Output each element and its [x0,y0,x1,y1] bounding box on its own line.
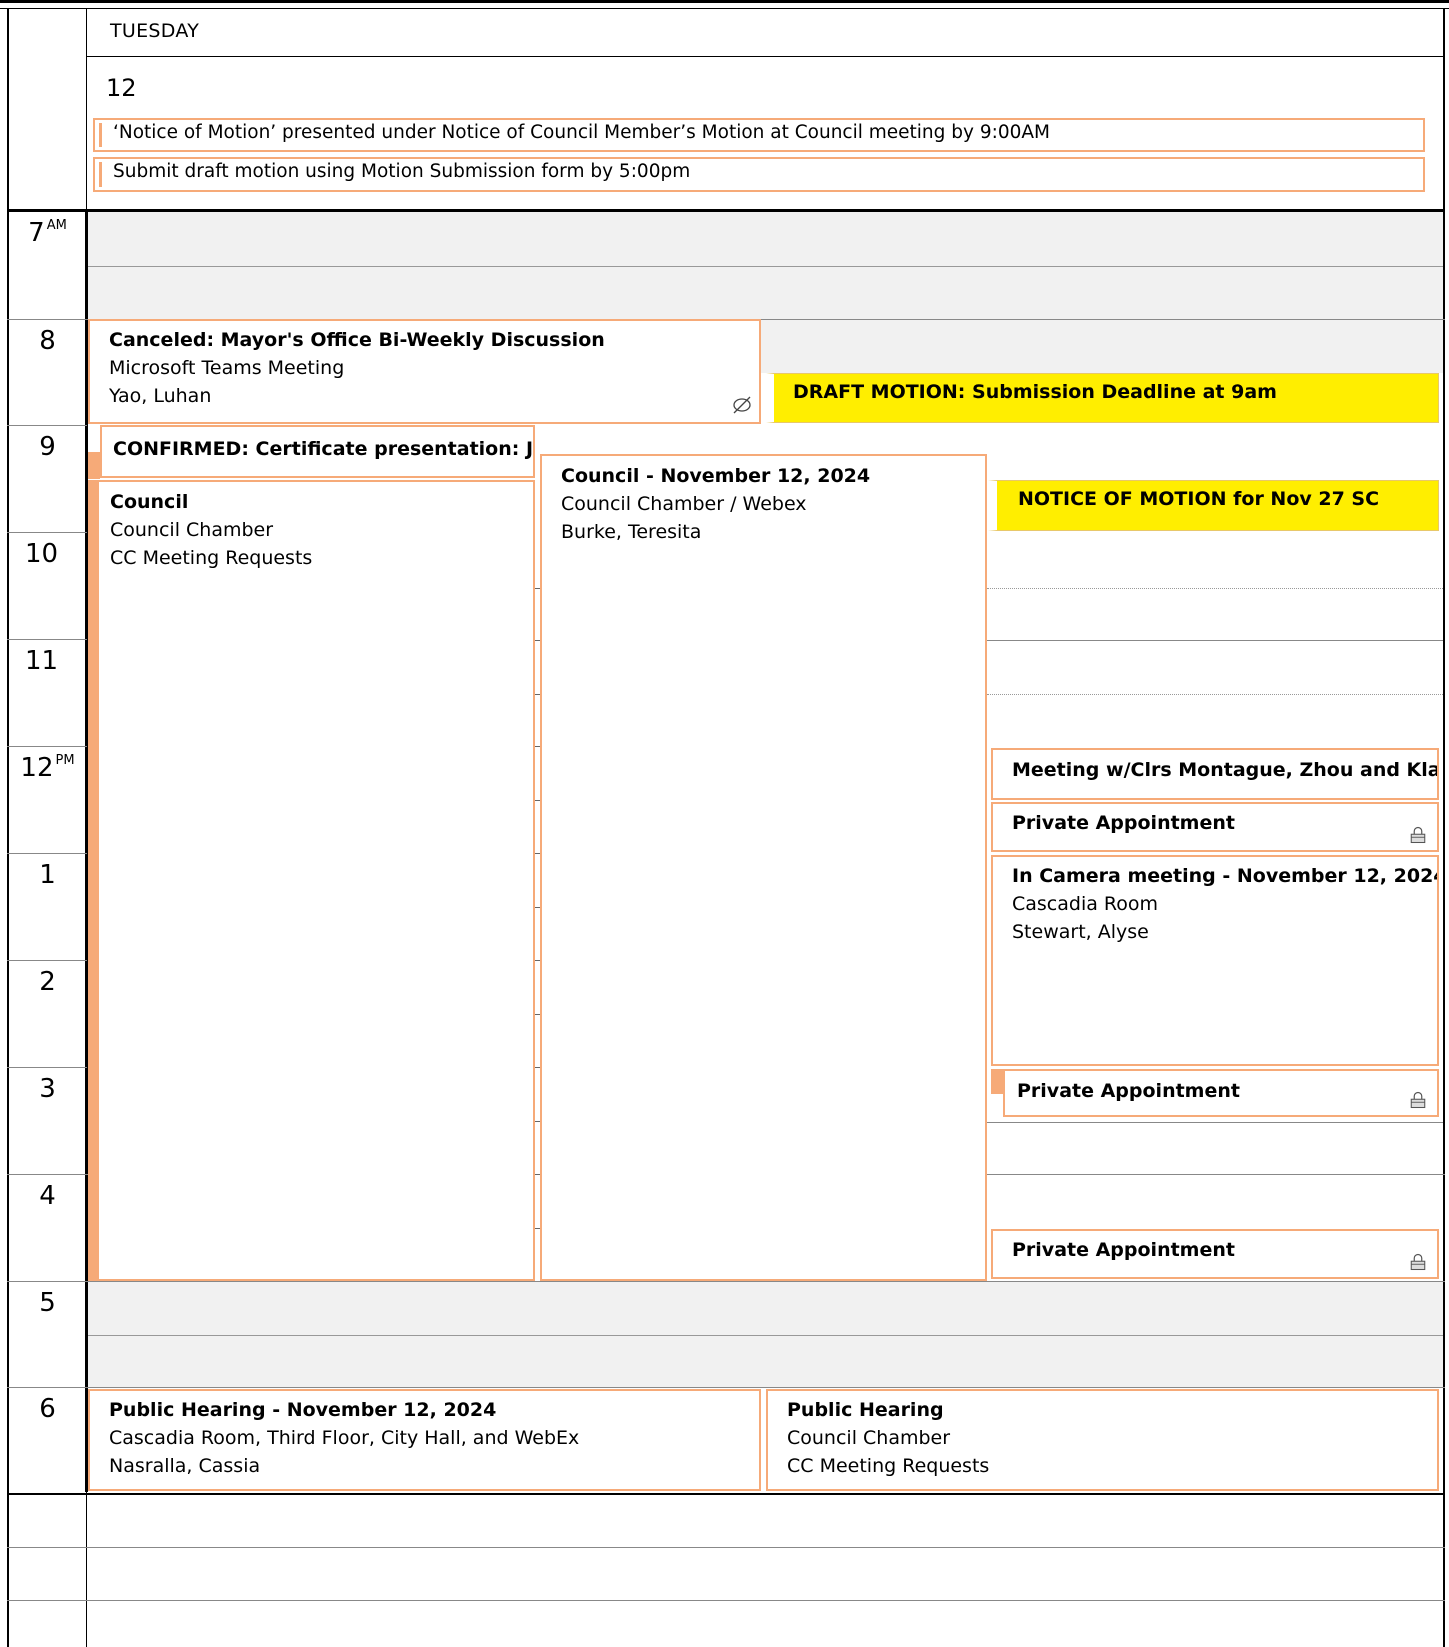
hour-number: 9 [39,432,56,462]
hour-suffix: PM [55,753,75,768]
event-title: In Camera meeting - November 12, 2024 [1012,865,1439,887]
all-day-event-title: ‘Notice of Motion’ presented under Notic… [113,122,1051,143]
halfhour-line [987,588,1443,589]
event-in-camera-meeting[interactable]: In Camera meeting - November 12, 2024 Ca… [991,855,1439,1066]
top-border [0,0,1449,9]
hour-line [987,640,1443,641]
event-organizer: CC Meeting Requests [110,547,313,569]
hour-label-8: 8 [10,326,85,356]
halfhour-line [88,1335,1443,1336]
hour-line [7,746,87,747]
event-certificate-presentation[interactable]: CONFIRMED: Certificate presentation: Jar [100,425,535,478]
event-council[interactable]: Council Council Chamber CC Meeting Reque… [97,480,535,1281]
event-title: Public Hearing - November 12, 2024 [109,1399,497,1421]
hour-number: 2 [39,967,56,997]
event-private-appointment[interactable]: Private Appointment [1003,1069,1439,1117]
hour-number: 4 [39,1181,56,1211]
hour-label-5: 5 [10,1288,85,1318]
event-title: DRAFT MOTION: Submission Deadline at 9am [793,381,1277,403]
event-council-november[interactable]: Council - November 12, 2024 Council Cham… [540,454,987,1281]
right-border [1443,8,1445,1647]
hour-label-9: 9 [10,432,85,462]
hour-number: 11 [24,646,59,676]
event-accent-bar [88,452,100,479]
hour-label-10: 10 [4,539,79,569]
day-number[interactable]: 12 [106,74,137,102]
event-title: Private Appointment [1012,812,1235,834]
event-location: Cascadia Room [1012,893,1159,915]
lock-icon [1410,826,1426,844]
hour-label-4: 4 [10,1181,85,1211]
event-mayor-discussion[interactable]: Canceled: Mayor's Office Bi-Weekly Discu… [88,319,761,424]
event-organizer: Stewart, Alyse [1012,921,1149,943]
event-title: Private Appointment [1017,1080,1240,1102]
header-divider [87,56,1443,57]
canceled-sync-icon [733,396,751,414]
event-notice-of-motion[interactable]: NOTICE OF MOTION for Nov 27 SC [988,480,1439,531]
hour-number: 6 [39,1394,56,1424]
hour-line [7,1281,1445,1282]
event-location: Council Chamber / Webex [561,493,807,515]
event-location: Council Chamber [787,1427,951,1449]
hour-label-6: 6 [10,1394,85,1424]
hour-line [7,532,87,533]
event-title: NOTICE OF MOTION for Nov 27 SC [1018,488,1380,510]
event-organizer: Yao, Luhan [109,385,212,407]
event-draft-motion[interactable]: DRAFT MOTION: Submission Deadline at 9am [766,373,1439,423]
hour-suffix: AM [46,218,67,233]
event-accent-bar [991,1069,1003,1094]
event-title: Meeting w/Clrs Montague, Zhou and Klass [1012,759,1439,781]
hour-label-2: 2 [10,967,85,997]
hour-label-1: 1 [10,860,85,890]
hour-number: 5 [39,1288,56,1318]
event-title: CONFIRMED: Certificate presentation: Jar [113,438,535,460]
day-end-divider [7,1493,1445,1495]
hour-number: 10 [24,539,59,569]
day-name: TUESDAY [110,20,200,42]
event-public-hearing-november[interactable]: Public Hearing - November 12, 2024 Casca… [88,1389,761,1491]
hour-label-12pm: 12 PM [10,753,85,783]
off-hours-8am-right [760,320,1443,373]
halfhour-line [987,694,1443,695]
event-organizer: Burke, Teresita [561,521,702,543]
hour-number: 12 [20,753,54,783]
hour-line [7,639,87,640]
hour-number: 8 [39,326,56,356]
lock-icon [1410,1253,1426,1271]
hour-line [987,1122,1443,1123]
event-private-appointment[interactable]: Private Appointment [991,1229,1439,1279]
all-day-event[interactable]: ‘Notice of Motion’ presented under Notic… [93,118,1425,152]
event-title: Council - November 12, 2024 [561,465,871,487]
event-meeting-clrs[interactable]: Meeting w/Clrs Montague, Zhou and Klass [991,748,1439,800]
hour-label-3: 3 [10,1074,85,1104]
event-title: Canceled: Mayor's Office Bi-Weekly Discu… [109,329,605,351]
hour-number: 3 [39,1074,56,1104]
halfhour-line [88,266,1443,267]
hour-number: 7 [28,218,45,248]
hour-line [7,425,87,426]
hour-line [7,1067,87,1068]
hour-line [7,960,87,961]
event-public-hearing[interactable]: Public Hearing Council Chamber CC Meetin… [766,1389,1439,1491]
event-title: Private Appointment [1012,1239,1235,1261]
hour-label-7am: 7 AM [10,218,85,248]
row-line [7,1600,1445,1601]
event-private-appointment[interactable]: Private Appointment [991,802,1439,852]
hour-label-11: 11 [4,646,79,676]
event-organizer: CC Meeting Requests [787,1455,990,1477]
event-title: Council [110,491,189,513]
all-day-event[interactable]: Submit draft motion using Motion Submiss… [93,157,1425,192]
row-line [7,1547,1445,1548]
event-location: Microsoft Teams Meeting [109,357,345,379]
hour-line [7,853,87,854]
hour-line [7,1387,1445,1388]
left-border [7,8,9,1647]
event-organizer: Nasralla, Cassia [109,1455,261,1477]
event-location: Cascadia Room, Third Floor, City Hall, a… [109,1427,580,1449]
all-day-event-title: Submit draft motion using Motion Submiss… [113,161,691,182]
event-location: Council Chamber [110,519,274,541]
event-title: Public Hearing [787,1399,944,1421]
lock-icon [1410,1091,1426,1109]
hour-number: 1 [39,860,56,890]
